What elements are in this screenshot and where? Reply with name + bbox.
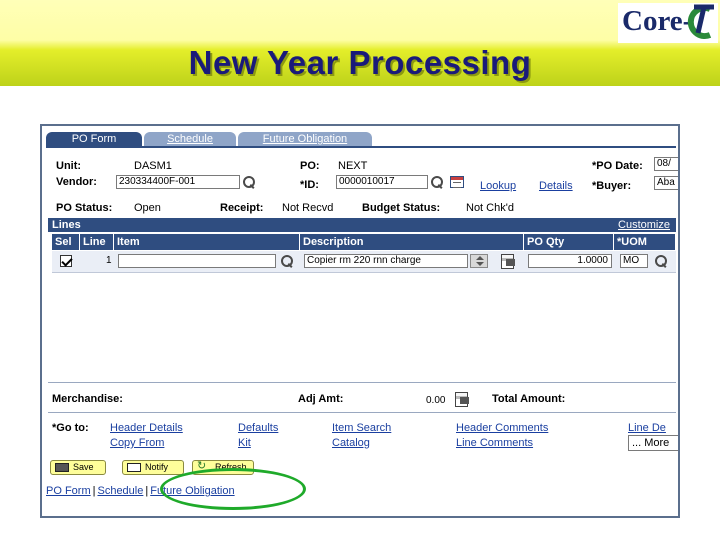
uom-lookup-icon[interactable] (654, 254, 668, 268)
vendor-input[interactable]: 230334400F-001 (116, 175, 240, 189)
total-amount-label: Total Amount: (492, 393, 566, 405)
calendar-icon[interactable] (450, 176, 464, 188)
line-number: 1 (106, 255, 112, 266)
slide-banner: New Year Processing (0, 0, 720, 86)
po-status-label: PO Status: (56, 202, 113, 214)
id-lookup-icon[interactable] (430, 175, 444, 189)
line-notes-icon[interactable] (500, 254, 516, 269)
more-goto-select[interactable]: ... More (628, 435, 678, 451)
merchandise-label: Merchandise: (52, 393, 123, 405)
buyer-label: *Buyer: (592, 180, 632, 192)
vendor-label: Vendor: (56, 176, 97, 188)
po-value: NEXT (338, 160, 368, 172)
col-item: Item (114, 234, 300, 250)
id-label: *ID: (300, 179, 319, 191)
save-button[interactable]: Save (50, 460, 106, 475)
select-checkbox[interactable] (60, 255, 72, 267)
notify-button[interactable]: Notify (122, 460, 184, 475)
uom-input[interactable]: MO (620, 254, 648, 268)
item-search-link[interactable]: Item Search (332, 422, 391, 434)
goto-divider (48, 412, 676, 413)
receipt-label: Receipt: (220, 202, 264, 214)
description-scroll-icon[interactable] (470, 254, 488, 268)
customize-link[interactable]: Customize (618, 218, 670, 232)
budget-status-value: Not Chk'd (466, 202, 514, 214)
line-comments-link[interactable]: Line Comments (456, 437, 533, 449)
buyer-input[interactable]: Aba (654, 176, 678, 190)
logo-mark: CT (680, 3, 682, 4)
details-link[interactable]: Details (539, 180, 573, 192)
header-comments-link[interactable]: Header Comments (456, 422, 548, 434)
lines-title: Lines (52, 219, 81, 231)
table-row: 1 Copier rm 220 rnn charge 1.0000 MO (52, 251, 676, 273)
po-qty-input[interactable]: 1.0000 (528, 254, 612, 268)
receipt-value: Not Recvd (282, 202, 334, 214)
save-button-label: Save (73, 462, 94, 472)
adj-amt-value: 0.00 (426, 395, 446, 406)
line-details-link[interactable]: Line De (628, 422, 666, 434)
notify-button-label: Notify (145, 462, 169, 472)
po-date-input[interactable]: 08/ (654, 157, 678, 171)
adj-amt-detail-icon[interactable] (454, 392, 470, 407)
po-date-label: *PO Date: (592, 160, 643, 172)
unit-label: Unit: (56, 160, 82, 172)
po-form-window: PO Form Schedule Future Obligation Unit:… (40, 124, 680, 518)
notify-icon (127, 463, 141, 472)
description-input[interactable]: Copier rm 220 rnn charge (304, 254, 468, 268)
col-line: Line (80, 234, 114, 250)
header-details-link[interactable]: Header Details (110, 422, 183, 434)
defaults-link[interactable]: Defaults (238, 422, 278, 434)
tab-divider (46, 146, 676, 148)
unit-value: DASM1 (134, 160, 172, 172)
footer-link-po-form[interactable]: PO Form (46, 485, 91, 497)
id-input[interactable]: 0000010017 (336, 175, 428, 189)
col-sel: Sel (52, 234, 80, 250)
lines-section-header: Lines Customize (48, 218, 676, 232)
adj-amt-label: Adj Amt: (298, 393, 344, 405)
save-icon (55, 463, 69, 472)
item-lookup-icon[interactable] (280, 254, 294, 268)
col-po-qty: PO Qty (524, 234, 614, 250)
future-obligation-highlight (160, 468, 306, 510)
budget-status-label: Budget Status: (362, 202, 441, 214)
tab-schedule[interactable]: Schedule (144, 132, 236, 146)
item-input[interactable] (118, 254, 276, 268)
goto-label: *Go to: (52, 422, 89, 434)
kit-link[interactable]: Kit (238, 437, 251, 449)
totals-divider (48, 382, 676, 383)
po-status-value: Open (134, 202, 161, 214)
ct-logo-icon: CT (680, 3, 714, 39)
footer-link-schedule[interactable]: Schedule (97, 485, 143, 497)
col-description: Description (300, 234, 524, 250)
catalog-link[interactable]: Catalog (332, 437, 370, 449)
lookup-link[interactable]: Lookup (480, 180, 516, 192)
tab-po-form[interactable]: PO Form (46, 132, 142, 146)
col-uom: *UOM (614, 234, 676, 250)
slide-title: New Year Processing (188, 44, 532, 81)
copy-from-link[interactable]: Copy From (110, 437, 164, 449)
core-ct-logo: Core- CT (618, 3, 718, 43)
vendor-lookup-icon[interactable] (242, 175, 256, 189)
po-label: PO: (300, 160, 320, 172)
tab-future-obligation[interactable]: Future Obligation (238, 132, 372, 146)
